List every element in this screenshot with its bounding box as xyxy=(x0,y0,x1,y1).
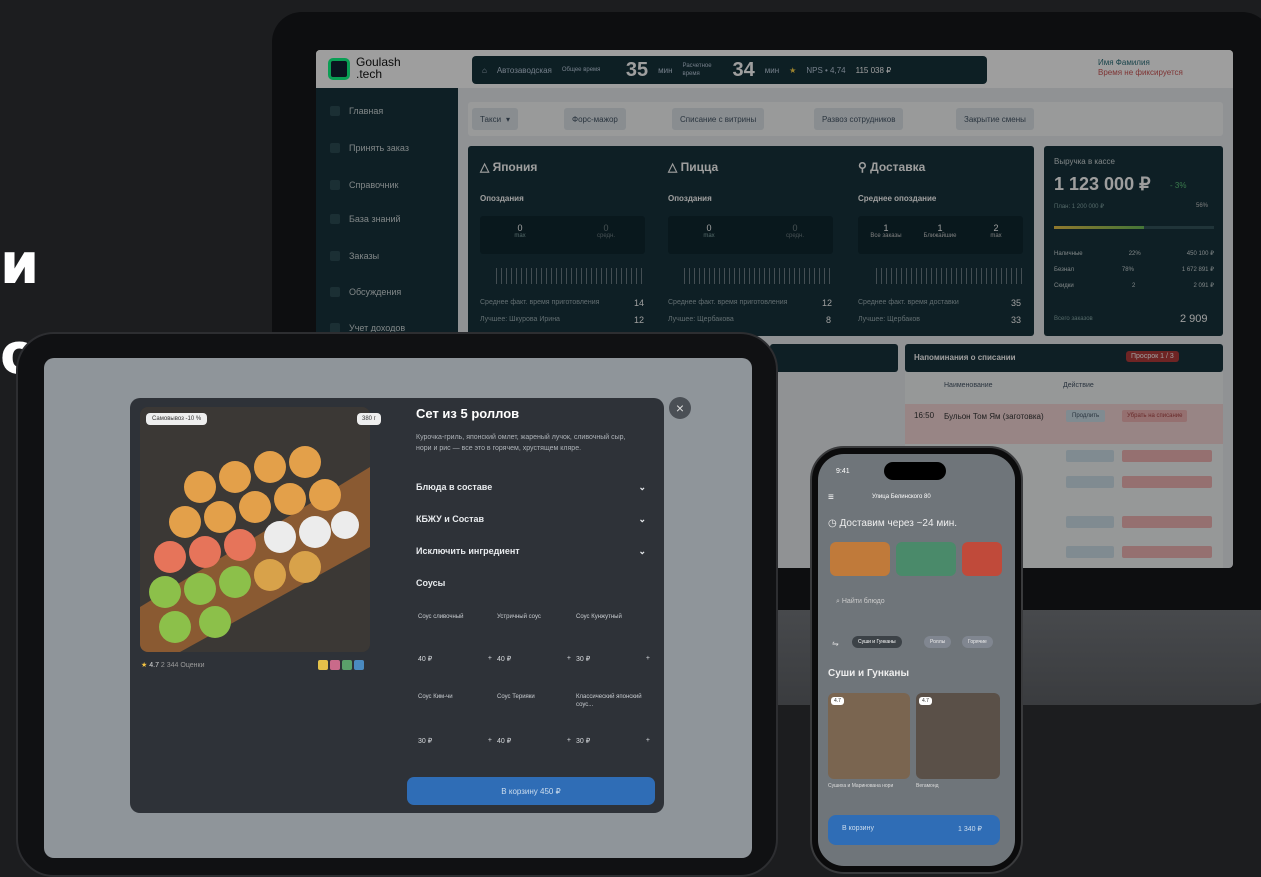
sushi-image xyxy=(140,407,370,652)
accordion-kbju-label: КБЖУ и Состав xyxy=(416,514,485,524)
promo-card[interactable] xyxy=(830,542,890,576)
accordion-exclude[interactable]: Исключить ингредиент ⌄ xyxy=(416,546,646,557)
accordion-exclude-label: Исключить ингредиент xyxy=(416,546,520,556)
star-icon: ★ xyxy=(141,662,148,669)
sauce-price-row: 40 ₽ + xyxy=(497,737,571,745)
plus-icon[interactable]: + xyxy=(567,737,571,745)
phone-cart-label: В корзину xyxy=(842,825,874,832)
product-photo xyxy=(140,407,370,652)
chevron-down-icon: ⌄ xyxy=(638,482,646,492)
product-name: Сушиха и Маринована нори xyxy=(828,783,894,789)
promo-card[interactable] xyxy=(962,542,1002,576)
sauce-name: Устричный соус xyxy=(497,614,541,620)
weight-badge: 380 г xyxy=(357,413,381,425)
menu-icon[interactable]: ≡ xyxy=(828,492,834,503)
plus-icon[interactable]: + xyxy=(646,655,650,663)
chevron-down-icon: ⌄ xyxy=(638,514,646,524)
delivery-eta: ◷ Доставим через ~24 мин. xyxy=(828,518,958,529)
product-title: Сет из 5 роллов xyxy=(416,406,520,421)
accordion-dishes[interactable]: Блюда в составе ⌄ xyxy=(416,482,646,493)
delivery-eta-text: Доставим через ~24 мин. xyxy=(839,518,958,529)
allergen-icons xyxy=(318,660,364,670)
dynamic-island xyxy=(884,462,946,480)
filter-icon[interactable]: ⇋ xyxy=(832,639,839,648)
product-description: Курочка-гриль, японский омлет, жареный л… xyxy=(416,434,626,452)
sauce-name: Соус Кунжутный xyxy=(576,614,622,620)
sauce-price-row: 30 ₽ + xyxy=(576,737,650,745)
sauce-price: 30 ₽ xyxy=(576,656,591,663)
phone-cart-price: 1 340 ₽ xyxy=(958,826,982,833)
sauce-name: Соус Ким-чи xyxy=(418,694,453,700)
sauce-price: 40 ₽ xyxy=(497,656,512,663)
plus-icon[interactable]: + xyxy=(646,737,650,745)
rating-value: 4.7 xyxy=(149,662,159,669)
sauce-price: 30 ₽ xyxy=(418,738,433,745)
product-card[interactable] xyxy=(916,693,1000,779)
phone-search[interactable]: ⌕ Найти блюдо xyxy=(836,598,885,606)
add-to-cart-button[interactable]: В корзину 450 ₽ xyxy=(407,777,655,805)
promo-card[interactable] xyxy=(896,542,956,576)
phone-tab-rolls[interactable]: Роллы xyxy=(924,636,952,648)
product-rating: 4.7 xyxy=(919,697,932,705)
phone-section-title: Суши и Гунканы xyxy=(828,668,910,679)
sauce-price: 40 ₽ xyxy=(497,738,512,745)
allergen-icon xyxy=(354,660,364,670)
headline-line-1: и xyxy=(0,232,41,297)
discount-badge: Самовывоз -10 % xyxy=(146,413,208,425)
sauce-name: Соус Терияки xyxy=(497,694,535,700)
sauce-name: Классический японский соус... xyxy=(576,694,642,708)
sauce-price-row: 30 ₽ + xyxy=(576,655,650,663)
rating-count: 2 344 Оценки xyxy=(160,662,205,669)
sauce-price: 30 ₽ xyxy=(576,738,591,745)
phone-search-placeholder: Найти блюдо xyxy=(841,598,885,605)
sauce-price-row: 30 ₽ + xyxy=(418,737,492,745)
allergen-icon xyxy=(318,660,328,670)
sauces-title: Соусы xyxy=(416,578,446,588)
sauce-name: Соус сливочный xyxy=(418,614,464,620)
product-name: Вегамонд xyxy=(916,783,939,789)
phone-time: 9:41 xyxy=(836,468,850,475)
plus-icon[interactable]: + xyxy=(488,737,492,745)
allergen-icon xyxy=(342,660,352,670)
sauce-price-row: 40 ₽ + xyxy=(497,655,571,663)
phone-tab-hot[interactable]: Горячие xyxy=(962,636,993,648)
sauce-price-row: 40 ₽ + xyxy=(418,655,492,663)
rating: ★ 4.7 2 344 Оценки xyxy=(141,661,205,669)
phone-screen xyxy=(818,454,1015,866)
close-icon[interactable]: × xyxy=(669,397,691,419)
plus-icon[interactable]: + xyxy=(567,655,571,663)
chevron-down-icon: ⌄ xyxy=(638,546,646,556)
phone-tab-sushi[interactable]: Суши и Гунканы xyxy=(852,636,902,648)
product-card[interactable] xyxy=(828,693,910,779)
accordion-dishes-label: Блюда в составе xyxy=(416,482,493,492)
allergen-icon xyxy=(330,660,340,670)
plus-icon[interactable]: + xyxy=(488,655,492,663)
accordion-kbju[interactable]: КБЖУ и Состав ⌄ xyxy=(416,514,646,525)
phone-address[interactable]: Улица Белинского 80 xyxy=(872,494,931,500)
sauce-price: 40 ₽ xyxy=(418,656,433,663)
product-rating: 4.7 xyxy=(831,697,844,705)
